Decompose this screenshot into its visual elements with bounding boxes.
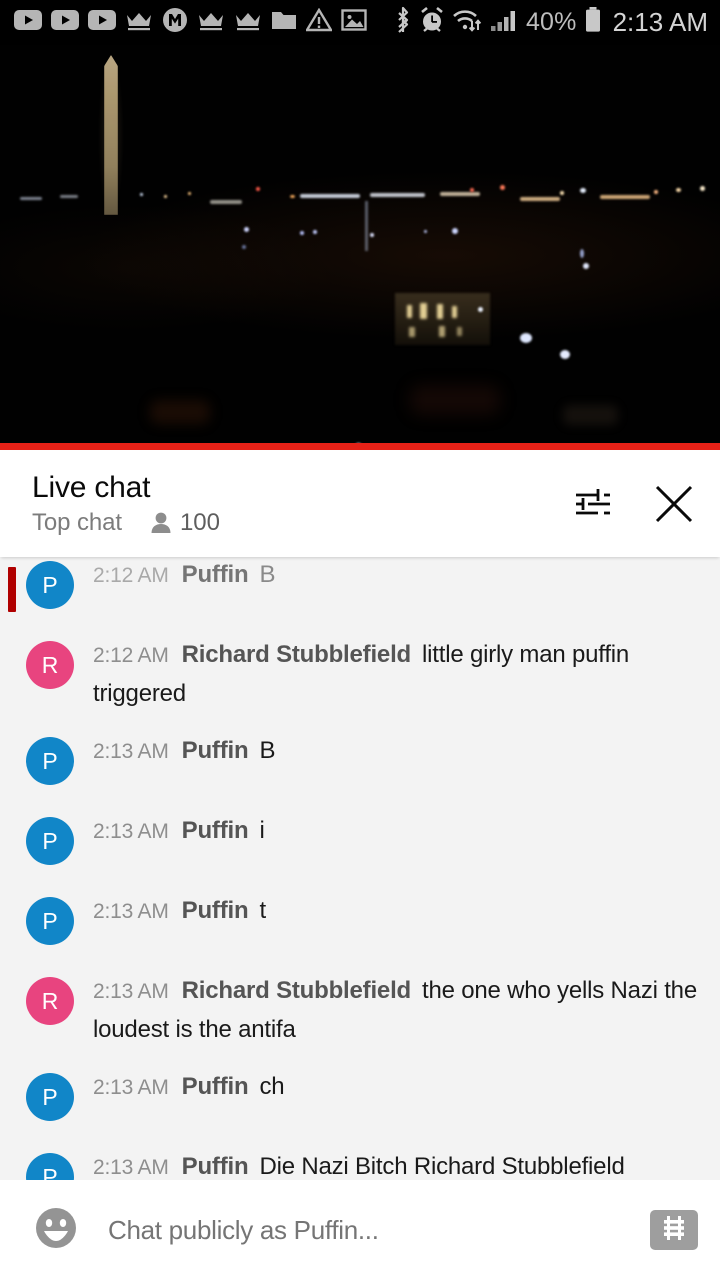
message-text: B <box>259 737 276 764</box>
m-circle-icon <box>162 7 188 38</box>
folder-icon <box>271 9 297 36</box>
super-chat-button[interactable] <box>650 1210 698 1250</box>
status-bar-right-icons: 40% 2:13 AM <box>394 6 708 39</box>
cellular-signal-icon <box>489 7 519 38</box>
close-chat-button[interactable] <box>648 480 700 532</box>
message-text: Die Nazi Bitch Richard Stubblefield <box>259 1153 625 1180</box>
message-author[interactable]: Richard Stubblefield <box>182 641 412 668</box>
image-icon <box>341 8 367 37</box>
clock-label: 2:13 AM <box>612 7 708 37</box>
message-timestamp: 2:13 AM <box>93 900 169 923</box>
chat-message-content: 2:13 AM Richard Stubblefield the one who y… <box>93 973 698 1053</box>
warning-triangle-icon <box>304 7 334 37</box>
chat-message-content: 2:13 AM Puffin B <box>93 733 275 774</box>
message-timestamp: 2:13 AM <box>93 980 169 1003</box>
top-chat-label[interactable]: Top chat <box>32 509 122 537</box>
emoji-smiley-icon <box>32 1204 80 1257</box>
message-author[interactable]: Puffin <box>182 897 249 924</box>
youtube-play-icon-3 <box>88 10 116 35</box>
dollar-superchat-icon <box>659 1214 689 1247</box>
chat-message-row[interactable]: P 2:13 AM Puffin Die Nazi Bitch Richard Stu… <box>0 1149 720 1180</box>
tune-sliders-icon <box>570 482 614 531</box>
status-bar-left-icons <box>14 7 367 38</box>
chat-message-content: 2:13 AM Puffin i <box>93 813 265 854</box>
youtube-play-icon-1 <box>14 10 42 35</box>
crown-icon-1 <box>125 9 153 36</box>
chat-message-input[interactable] <box>108 1214 640 1246</box>
chat-input-bar <box>0 1180 720 1280</box>
chat-message-row[interactable]: P 2:13 AM Puffin ch <box>0 1069 720 1149</box>
emoji-picker-button[interactable] <box>30 1204 82 1256</box>
chat-settings-button[interactable] <box>566 480 618 532</box>
avatar[interactable]: P <box>26 561 74 609</box>
live-chat-titles: Live chat Top chat 100 <box>32 471 220 537</box>
message-author[interactable]: Richard Stubblefield <box>182 977 412 1004</box>
video-progress-bar[interactable] <box>0 443 720 450</box>
message-timestamp: 2:12 AM <box>93 644 169 667</box>
live-chat-subtitle-row: Top chat 100 <box>32 509 220 537</box>
battery-icon <box>584 6 602 39</box>
avatar[interactable]: P <box>26 1153 74 1180</box>
message-author[interactable]: Puffin <box>182 561 249 588</box>
crown-icon-3 <box>234 9 262 36</box>
message-author[interactable]: Puffin <box>182 1153 249 1180</box>
avatar[interactable]: P <box>26 1073 74 1121</box>
avatar[interactable]: R <box>26 977 74 1025</box>
message-author[interactable]: Puffin <box>182 1073 249 1100</box>
video-player[interactable] <box>0 45 720 450</box>
live-chat-actions <box>566 472 700 532</box>
message-text: t <box>259 897 266 924</box>
message-timestamp: 2:13 AM <box>93 820 169 843</box>
viewer-count-label: 100 <box>179 509 220 537</box>
message-timestamp: 2:13 AM <box>93 740 169 763</box>
chat-message-content: 2:13 AM Puffin t <box>93 893 266 934</box>
message-author[interactable]: Puffin <box>182 817 249 844</box>
person-icon <box>150 511 172 535</box>
chat-message-content: 2:13 AM Puffin ch <box>93 1069 285 1110</box>
status-bar: 40% 2:13 AM <box>0 0 720 45</box>
avatar[interactable]: R <box>26 641 74 689</box>
message-text: B <box>259 561 276 588</box>
battery-percent-label: 40% <box>525 8 577 36</box>
message-text: i <box>259 817 265 844</box>
alarm-clock-icon <box>419 6 445 39</box>
chat-message-row[interactable]: P 2:13 AM Puffin t <box>0 893 720 973</box>
chat-message-list[interactable]: P 2:12 AM Puffin B R 2:12 AM Richard Stubblefi… <box>0 557 720 1180</box>
youtube-play-icon-2 <box>51 10 79 35</box>
chat-message-row[interactable]: R 2:13 AM Richard Stubblefield the one who … <box>0 973 720 1069</box>
message-author[interactable]: Puffin <box>182 737 249 764</box>
avatar[interactable]: P <box>26 737 74 785</box>
chat-message-row[interactable]: P 2:13 AM Puffin i <box>0 813 720 893</box>
message-timestamp: 2:13 AM <box>93 1076 169 1099</box>
message-text: ch <box>259 1073 285 1100</box>
avatar[interactable]: P <box>26 817 74 865</box>
chat-message-row[interactable]: R 2:12 AM Richard Stubblefield little girly… <box>0 637 720 733</box>
live-chat-header: Live chat Top chat 100 <box>0 450 720 557</box>
city-lights <box>0 45 720 450</box>
bluetooth-icon <box>394 6 412 39</box>
avatar[interactable]: P <box>26 897 74 945</box>
close-icon <box>651 481 697 532</box>
live-chat-title: Live chat <box>32 471 151 504</box>
crown-icon-2 <box>197 9 225 36</box>
chat-message-content: 2:12 AM Puffin B <box>93 557 275 598</box>
chat-message-row[interactable]: P 2:12 AM Puffin B <box>0 557 720 637</box>
message-timestamp: 2:12 AM <box>93 564 169 587</box>
chat-message-content: 2:12 AM Richard Stubblefield little girly … <box>93 637 698 717</box>
message-timestamp: 2:13 AM <box>93 1156 169 1179</box>
chat-message-row[interactable]: P 2:13 AM Puffin B <box>0 733 720 813</box>
chat-message-content: 2:13 AM Puffin Die Nazi Bitch Richard Stub… <box>93 1149 625 1180</box>
wifi-icon <box>452 7 482 38</box>
